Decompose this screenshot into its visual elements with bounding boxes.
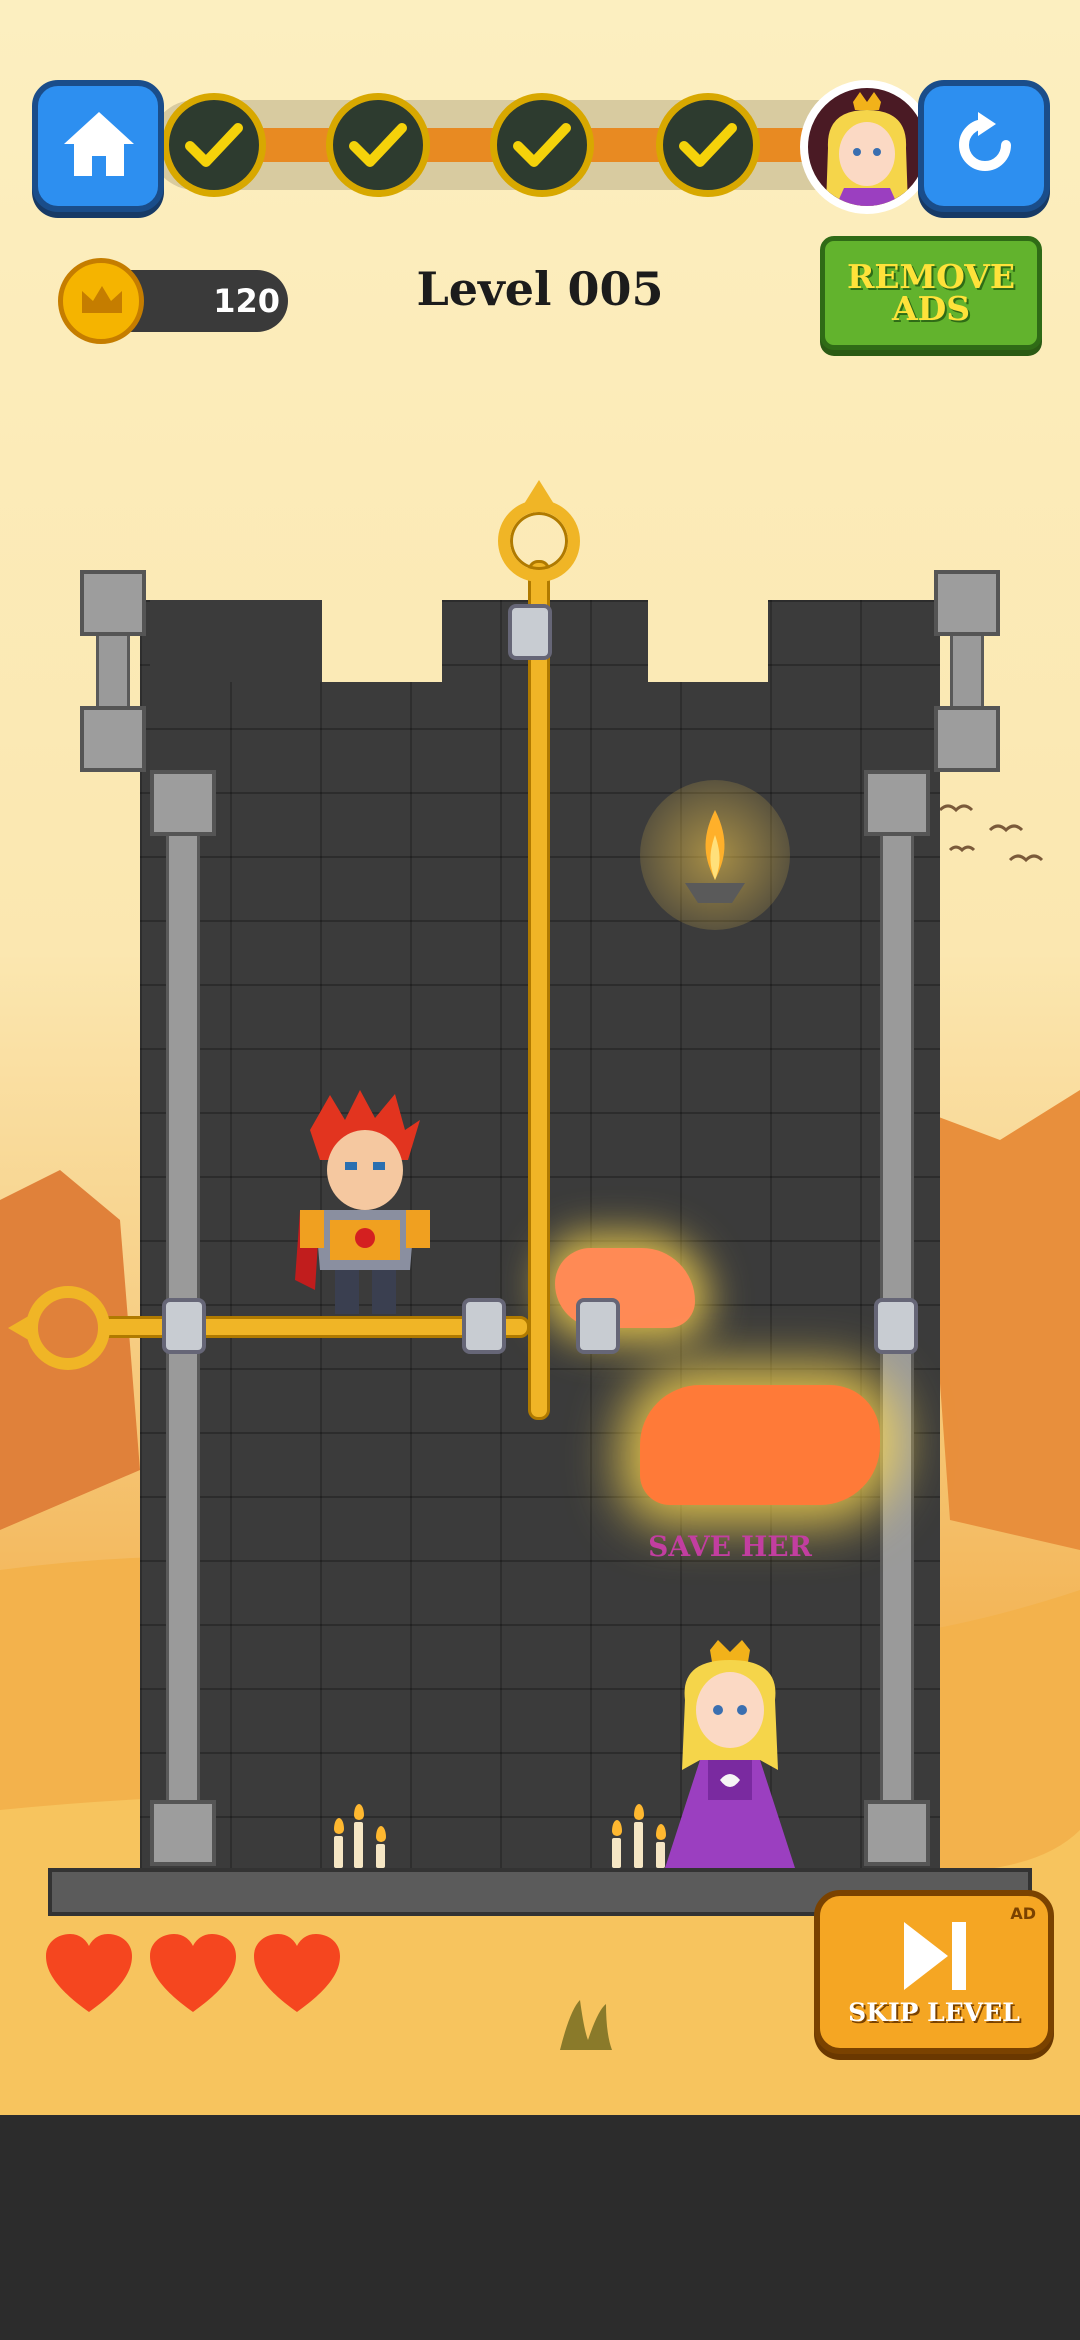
heart-icon <box>46 1934 132 2012</box>
stone-block <box>864 770 930 836</box>
heart-icon <box>150 1934 236 2012</box>
system-navigation-area <box>0 2115 1080 2340</box>
stone-block <box>150 770 216 836</box>
game-scene: SAVE HER 120 Level 005 REMOVE ADS AD SKI… <box>0 0 1080 2115</box>
pin-clamp <box>462 1298 506 1354</box>
check-icon <box>349 123 407 167</box>
save-her-hint: SAVE HER <box>648 1530 812 1563</box>
candle <box>634 1822 643 1868</box>
home-button[interactable] <box>32 80 164 212</box>
pin-tip-icon <box>8 1314 32 1342</box>
stone-block <box>934 706 1000 772</box>
ad-badge: AD <box>1010 1904 1036 1923</box>
battlement-gap <box>322 600 442 682</box>
battlement-gap <box>648 600 768 682</box>
candle-flame <box>612 1820 622 1836</box>
pin-clamp <box>874 1298 918 1354</box>
stone-block <box>80 706 146 772</box>
stone-block <box>80 570 146 636</box>
candle-flame <box>354 1804 364 1820</box>
coin-value: 120 <box>213 282 280 320</box>
check-icon <box>513 123 571 167</box>
stone-block <box>864 1800 930 1866</box>
skip-icon <box>904 1922 966 1990</box>
lava-pool <box>640 1385 880 1505</box>
skip-level-label: SKIP LEVEL <box>848 1998 1020 2027</box>
stone-block <box>934 570 1000 636</box>
candle <box>656 1842 665 1868</box>
pin-tip-icon <box>524 480 554 504</box>
stage-node-3 <box>490 93 594 197</box>
candle <box>334 1836 343 1868</box>
stage-node-2 <box>326 93 430 197</box>
stone-block <box>150 1800 216 1866</box>
torch-icon <box>685 810 745 903</box>
vertical-pin-handle[interactable] <box>498 500 580 582</box>
hero-character <box>295 1090 430 1314</box>
candle-flame <box>634 1804 644 1820</box>
restart-icon <box>959 112 1011 171</box>
current-stage-princess-node <box>800 80 934 214</box>
pin-clamp <box>576 1298 620 1354</box>
vertical-pin[interactable] <box>528 560 550 1420</box>
restart-button[interactable] <box>918 80 1050 212</box>
stage-node-4 <box>656 93 760 197</box>
home-icon <box>64 112 134 176</box>
check-icon <box>185 123 243 167</box>
candle <box>354 1822 363 1868</box>
candle <box>376 1844 385 1868</box>
princess-character <box>665 1640 795 1868</box>
horizontal-pin-handle[interactable] <box>26 1286 110 1370</box>
candle-flame <box>334 1818 344 1834</box>
candle-flame <box>376 1826 386 1842</box>
remove-ads-button[interactable]: REMOVE ADS <box>820 236 1042 350</box>
birds-decoration <box>938 804 1044 863</box>
lives-indicator <box>44 1932 344 2022</box>
stage-node-1 <box>162 93 266 197</box>
remove-ads-label-line2: ADS <box>891 289 971 328</box>
heart-icon <box>254 1934 340 2012</box>
candle <box>612 1838 621 1868</box>
pin-clamp <box>508 604 552 660</box>
crown-coin-icon <box>58 258 144 344</box>
check-icon <box>679 123 737 167</box>
princess-avatar-icon <box>826 92 908 206</box>
level-title: Level 005 <box>416 262 664 316</box>
skip-level-button[interactable]: AD SKIP LEVEL <box>814 1890 1054 2054</box>
merlon <box>150 600 322 682</box>
pin-clamp <box>162 1298 206 1354</box>
candle-flame <box>656 1824 666 1840</box>
crown-icon <box>82 286 122 313</box>
